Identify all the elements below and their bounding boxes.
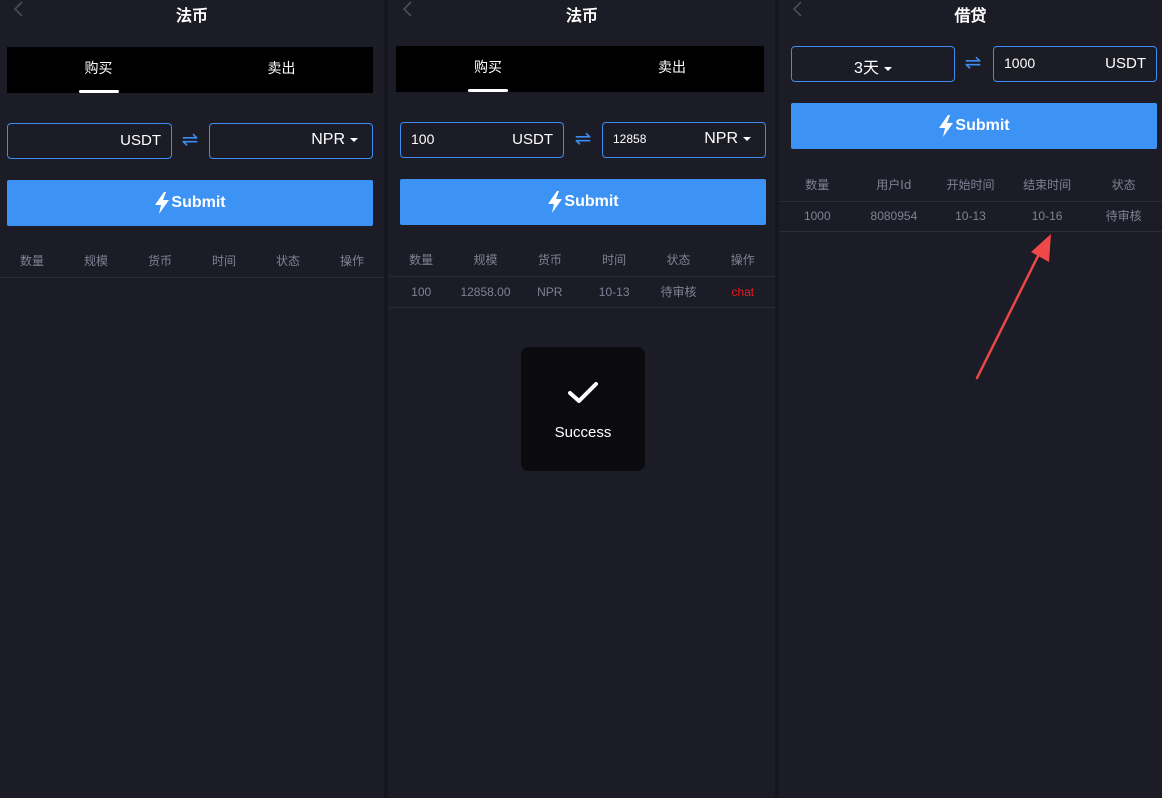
fiat-buy-screen-success: 法币 购买 卖出 USDT ⇌ NPR Submit 数量 规模 bbox=[389, 0, 775, 798]
loan-amount-field[interactable]: USDT bbox=[993, 46, 1157, 82]
column-header: 状态 bbox=[275, 254, 300, 268]
column-header: 用户Id bbox=[876, 178, 912, 192]
column-header: 时间 bbox=[602, 253, 627, 267]
loans-table-header: 数量 用户Id 开始时间 结束时间 状态 bbox=[779, 169, 1162, 202]
submit-button[interactable]: Submit bbox=[400, 179, 766, 225]
tab-buy[interactable]: 购买 bbox=[7, 47, 190, 93]
tab-buy[interactable]: 购买 bbox=[396, 46, 580, 92]
column-header: 数量 bbox=[805, 178, 830, 192]
header: 借贷 bbox=[779, 0, 1162, 30]
column-header: 状态 bbox=[666, 253, 691, 267]
currency-select-value: NPR bbox=[704, 130, 738, 147]
column-header: 开始时间 bbox=[946, 178, 995, 192]
page-title: 法币 bbox=[175, 6, 208, 25]
toast-message: Success bbox=[554, 424, 612, 441]
orders-table-header: 数量 规模 货币 时间 状态 操作 bbox=[0, 245, 384, 278]
cell-status: 待审核 bbox=[660, 285, 697, 299]
lightning-bolt-icon bbox=[939, 115, 954, 137]
column-header: 数量 bbox=[19, 254, 44, 268]
submit-button-label: Submit bbox=[955, 117, 1010, 134]
page-title: 法币 bbox=[565, 6, 598, 25]
caret-down-icon bbox=[743, 136, 751, 141]
submit-button[interactable]: Submit bbox=[791, 103, 1157, 149]
period-select-value: 3天 bbox=[854, 60, 879, 77]
orders-table-header: 数量 规模 货币 时间 状态 操作 bbox=[389, 244, 775, 277]
buy-sell-tabs: 购买 卖出 bbox=[396, 46, 764, 92]
header: 法币 bbox=[0, 0, 384, 30]
cell-time: 10-13 bbox=[598, 285, 630, 299]
currency-select[interactable]: NPR bbox=[704, 130, 751, 148]
page-title: 借贷 bbox=[954, 6, 987, 25]
cell-user-id: 8080954 bbox=[870, 209, 918, 223]
loan-period-select[interactable]: 3天 bbox=[791, 46, 955, 82]
cell-scale: 12858.00 bbox=[460, 285, 511, 299]
usdt-unit-label: USDT bbox=[1105, 55, 1146, 72]
check-icon bbox=[568, 382, 598, 403]
cell-start-time: 10-13 bbox=[955, 209, 986, 223]
cell-quantity: 1000 bbox=[803, 209, 831, 223]
column-header: 时间 bbox=[211, 254, 236, 268]
column-header: 操作 bbox=[339, 254, 364, 268]
swap-arrows-icon[interactable]: ⇌ bbox=[571, 127, 595, 149]
loan-input-row: 3天 ⇌ USDT bbox=[791, 46, 1157, 82]
caret-down-icon bbox=[883, 66, 892, 71]
table-row: 100 12858.00 NPR 10-13 待审核 chat bbox=[389, 277, 775, 308]
conversion-row: USDT ⇌ NPR bbox=[7, 123, 373, 159]
loan-amount-input[interactable] bbox=[1004, 55, 1084, 71]
fiat-currency-field[interactable]: NPR bbox=[209, 123, 373, 159]
success-toast: Success bbox=[521, 347, 645, 471]
lightning-bolt-icon bbox=[155, 192, 170, 214]
lightning-bolt-icon bbox=[548, 191, 563, 213]
conversion-row: USDT ⇌ NPR bbox=[396, 122, 766, 158]
column-header: 规模 bbox=[473, 253, 498, 267]
fiat-buy-screen-empty: 法币 购买 卖出 USDT ⇌ NPR Submit 数量 规模 货币 时间 状… bbox=[0, 0, 384, 798]
submit-button[interactable]: Submit bbox=[7, 180, 373, 226]
cell-status: 待审核 bbox=[1105, 209, 1142, 223]
caret-down-icon bbox=[350, 137, 358, 142]
column-header: 状态 bbox=[1111, 178, 1136, 192]
annotation-arrow-icon bbox=[975, 234, 1051, 380]
screen-divider bbox=[384, 0, 388, 798]
fiat-currency-field[interactable]: NPR bbox=[602, 122, 766, 158]
buy-sell-tabs: 购买 卖出 bbox=[7, 47, 373, 93]
chat-link[interactable]: chat bbox=[711, 277, 775, 307]
tab-sell[interactable]: 卖出 bbox=[190, 47, 373, 93]
column-header: 货币 bbox=[147, 254, 172, 268]
loan-screen: 借贷 3天 ⇌ USDT Submit 数量 用户Id 开始时间 结束时间 状态 bbox=[779, 0, 1162, 798]
cell-currency: NPR bbox=[537, 285, 563, 299]
submit-button-label: Submit bbox=[564, 193, 619, 210]
column-header: 数量 bbox=[409, 253, 434, 267]
cell-quantity: 100 bbox=[411, 285, 432, 299]
column-header: 结束时间 bbox=[1023, 178, 1072, 192]
column-header: 规模 bbox=[83, 254, 108, 268]
usdt-amount-field[interactable]: USDT bbox=[7, 123, 172, 159]
usdt-amount-field[interactable]: USDT bbox=[400, 122, 564, 158]
cell-end-time: 10-16 bbox=[1031, 209, 1063, 223]
period-select[interactable]: 3天 bbox=[792, 54, 954, 78]
usdt-amount-input[interactable] bbox=[18, 132, 98, 148]
column-header: 操作 bbox=[730, 253, 755, 267]
tab-sell[interactable]: 卖出 bbox=[580, 46, 764, 92]
usdt-amount-input[interactable] bbox=[411, 131, 491, 147]
submit-button-label: Submit bbox=[171, 194, 226, 211]
column-header: 货币 bbox=[537, 253, 562, 267]
currency-select-value: NPR bbox=[311, 131, 345, 148]
fiat-amount-input[interactable] bbox=[613, 132, 673, 146]
swap-arrows-icon[interactable]: ⇌ bbox=[178, 128, 202, 150]
swap-arrows-icon[interactable]: ⇌ bbox=[961, 51, 985, 73]
screenshot-collage: 法币 购买 卖出 USDT ⇌ NPR Submit 数量 规模 货币 时间 状… bbox=[0, 0, 1162, 798]
usdt-unit-label: USDT bbox=[512, 131, 553, 148]
header: 法币 bbox=[389, 0, 775, 30]
currency-select[interactable]: NPR bbox=[311, 131, 358, 149]
usdt-unit-label: USDT bbox=[120, 132, 161, 149]
